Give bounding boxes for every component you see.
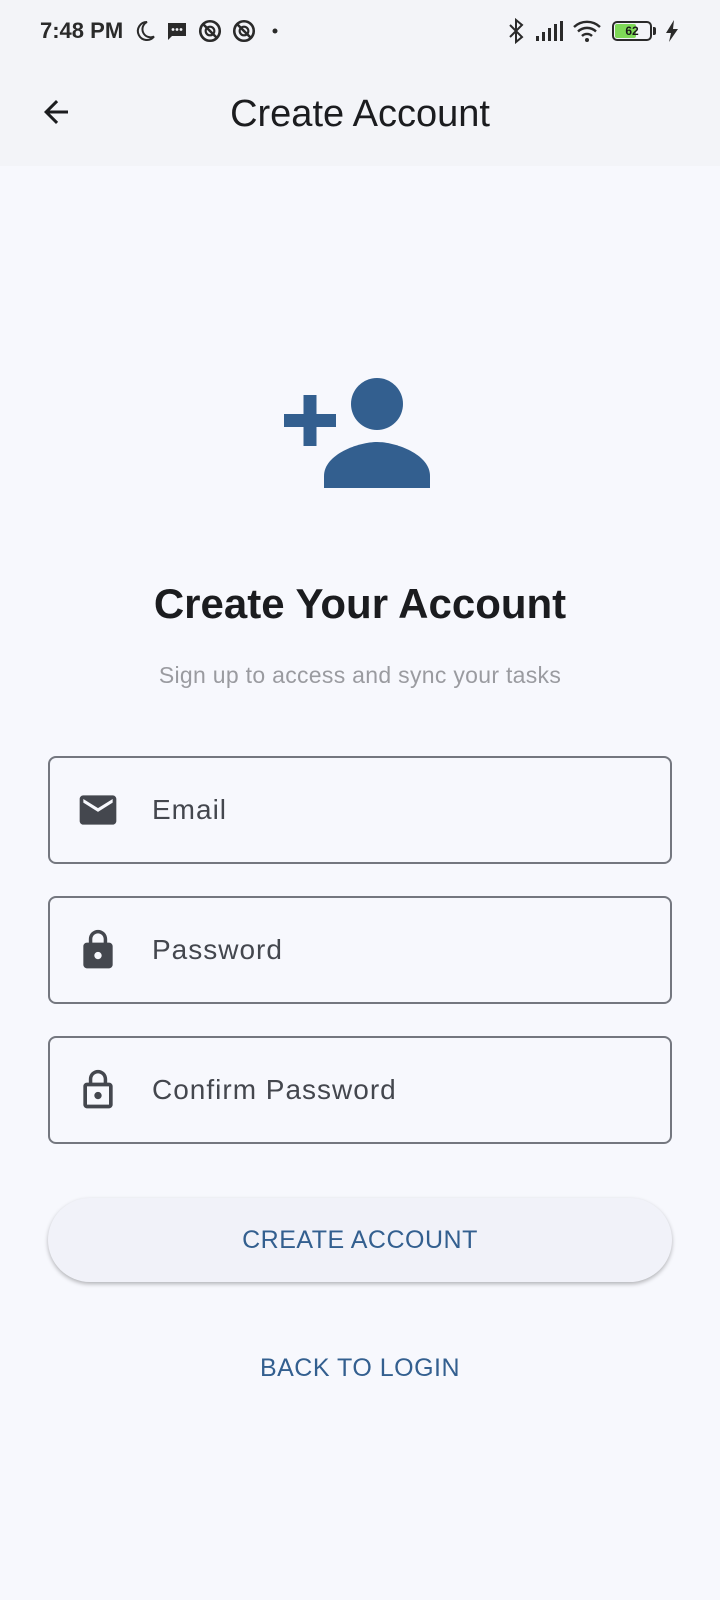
bluetooth-icon: [506, 18, 526, 44]
battery-tip: [653, 27, 656, 35]
no-disturb-icon: [197, 18, 223, 44]
app-bar: Create Account: [0, 62, 720, 166]
heading: Create Your Account: [153, 580, 567, 627]
password-input[interactable]: [152, 934, 632, 966]
status-left: 7:48 PM: [40, 18, 293, 44]
dot-icon: [265, 21, 285, 41]
no-disturb-icon: [231, 18, 257, 44]
create-account-button[interactable]: CREATE ACCOUNT: [48, 1198, 672, 1282]
signal-icon: [534, 20, 564, 42]
status-time: 7:48 PM: [40, 18, 124, 43]
wifi-icon: [572, 19, 602, 43]
page-title: Create Account: [230, 92, 490, 135]
password-field[interactable]: [48, 896, 672, 1004]
charging-bolt-icon: [664, 19, 680, 43]
battery-indicator: 62: [612, 21, 656, 41]
confirm-password-field[interactable]: [48, 1036, 672, 1144]
arrow-back-icon: [38, 94, 74, 135]
person-add-icon: [284, 376, 436, 488]
back-button[interactable]: [28, 86, 84, 142]
email-input[interactable]: [152, 794, 632, 826]
lock-icon: [74, 926, 122, 974]
moon-icon: [133, 19, 157, 43]
subheading: Sign up to access and sync your tasks: [158, 662, 562, 688]
battery-level: 62: [625, 24, 639, 38]
status-right: 62: [498, 18, 680, 44]
message-icon: [165, 19, 189, 43]
lock-open-icon: [74, 1066, 122, 1114]
back-to-login-button[interactable]: BACK TO LOGIN: [210, 1338, 510, 1398]
create-account-screen: 7:48 PM 62 Create Account Create Your Ac…: [0, 0, 720, 1600]
status-bar: 7:48 PM 62: [0, 0, 720, 62]
email-field[interactable]: [48, 756, 672, 864]
confirm-password-input[interactable]: [152, 1074, 632, 1106]
mail-icon: [74, 786, 122, 834]
battery-body: 62: [612, 21, 652, 41]
